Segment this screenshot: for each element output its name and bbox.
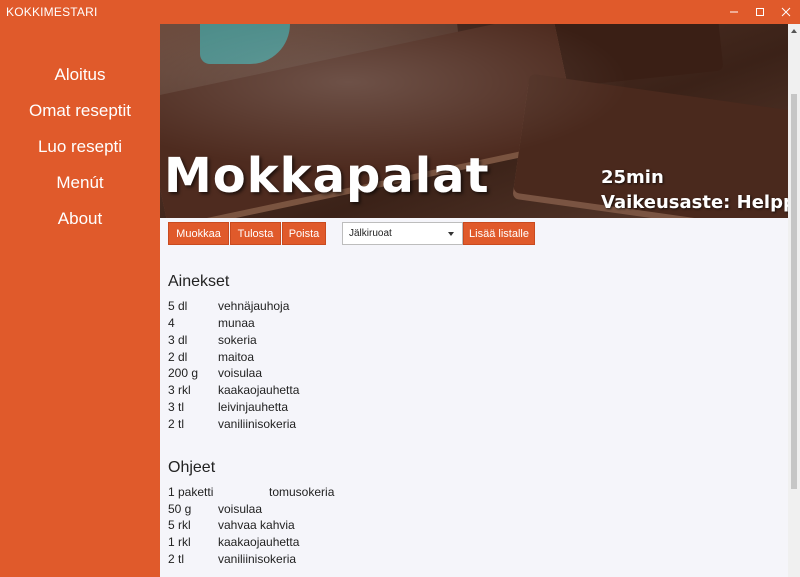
- maximize-icon: [756, 8, 764, 16]
- add-to-list-button[interactable]: Lisää listalle: [463, 222, 535, 245]
- vertical-scrollbar[interactable]: [788, 24, 800, 577]
- sidebar-item-menut[interactable]: Menút: [0, 173, 160, 193]
- sidebar-item-luo-resepti[interactable]: Luo resepti: [0, 137, 160, 157]
- recipe-time: 25min: [601, 167, 664, 188]
- sidebar: Aloitus Omat reseptit Luo resepti Menút …: [0, 24, 160, 577]
- category-select[interactable]: Jälkiruoat: [342, 222, 463, 245]
- delete-button[interactable]: Poista: [282, 222, 326, 245]
- minimize-icon: [730, 11, 738, 13]
- recipe-difficulty: Vaikeusaste: Helppo: [601, 192, 788, 213]
- sidebar-item-about[interactable]: About: [0, 209, 160, 229]
- chevron-down-icon: [448, 232, 454, 236]
- sidebar-item-aloitus[interactable]: Aloitus: [0, 65, 160, 85]
- ingredients-heading: Ainekset: [168, 273, 230, 290]
- minimize-button[interactable]: [720, 0, 748, 24]
- recipe-view: Mokkapalat 25min Vaikeusaste: Helppo Muo…: [160, 24, 788, 577]
- scroll-up-icon[interactable]: [791, 29, 797, 33]
- recipe-title: Mokkapalat: [164, 148, 490, 204]
- recipe-hero-image: Mokkapalat 25min Vaikeusaste: Helppo: [160, 24, 788, 218]
- instructions-heading: Ohjeet: [168, 459, 216, 476]
- maximize-button[interactable]: [746, 0, 774, 24]
- edit-button[interactable]: Muokkaa: [168, 222, 229, 245]
- scrollbar-thumb[interactable]: [791, 94, 797, 489]
- window-title: KOKKIMESTARI: [6, 5, 98, 19]
- category-select-value: Jälkiruoat: [349, 228, 392, 239]
- sidebar-item-omat-reseptit[interactable]: Omat reseptit: [0, 101, 160, 121]
- close-icon: [781, 7, 791, 17]
- close-button[interactable]: [772, 0, 800, 24]
- title-bar: KOKKIMESTARI: [0, 0, 800, 24]
- print-button[interactable]: Tulosta: [230, 222, 281, 245]
